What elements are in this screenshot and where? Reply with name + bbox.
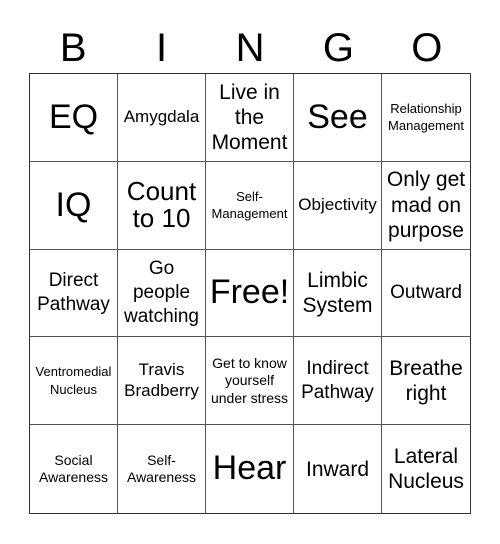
bingo-cell[interactable]: Self-Awareness — [118, 425, 206, 513]
bingo-cell[interactable]: Direct Pathway — [30, 249, 118, 338]
bingo-cell[interactable]: Count to 10 — [118, 161, 206, 250]
bingo-cell[interactable]: Self-Management — [206, 161, 294, 250]
bingo-cell[interactable]: Social Awareness — [30, 425, 118, 513]
bingo-cell[interactable]: Live in the Moment — [206, 74, 294, 162]
header-letter-g: G — [322, 26, 354, 70]
bingo-cell[interactable]: Outward — [382, 250, 470, 338]
bingo-cell[interactable]: Ventromedial Nucleus — [30, 337, 118, 426]
header-letter-n: N — [235, 26, 265, 70]
bingo-cell[interactable]: Get to know yourself under stress — [206, 337, 294, 426]
bingo-cell[interactable]: EQ — [30, 74, 118, 162]
bingo-cell[interactable]: Go people watching — [118, 249, 206, 338]
header-letter-o: O — [411, 26, 443, 70]
free-space-cell[interactable]: Free! — [206, 249, 294, 338]
bingo-cell[interactable]: Travis Bradberry — [118, 337, 206, 426]
header-letter-i: I — [156, 26, 168, 70]
bingo-cell[interactable]: See — [294, 74, 382, 162]
bingo-cell[interactable]: Limbic System — [294, 249, 382, 338]
bingo-cell[interactable]: Hear — [206, 425, 294, 513]
bingo-cell[interactable]: Lateral Nucleus — [382, 425, 470, 513]
bingo-cell[interactable]: Amygdala — [118, 74, 206, 162]
bingo-cell[interactable]: Inward — [294, 425, 382, 513]
bingo-cell[interactable]: Relationship Management — [382, 74, 470, 162]
bingo-cell[interactable]: IQ — [30, 161, 118, 250]
header-letter-b: B — [59, 26, 87, 70]
bingo-cell[interactable]: Indirect Pathway — [294, 337, 382, 426]
bingo-cell[interactable]: Objectivity — [294, 161, 382, 250]
bingo-header: B I N G O — [29, 24, 471, 72]
bingo-card-grid: EQ Amygdala Live in the Moment See Relations… — [29, 73, 471, 514]
bingo-cell[interactable]: Breathe right — [382, 337, 470, 426]
bingo-cell[interactable]: Only get mad on purpose — [382, 162, 470, 250]
